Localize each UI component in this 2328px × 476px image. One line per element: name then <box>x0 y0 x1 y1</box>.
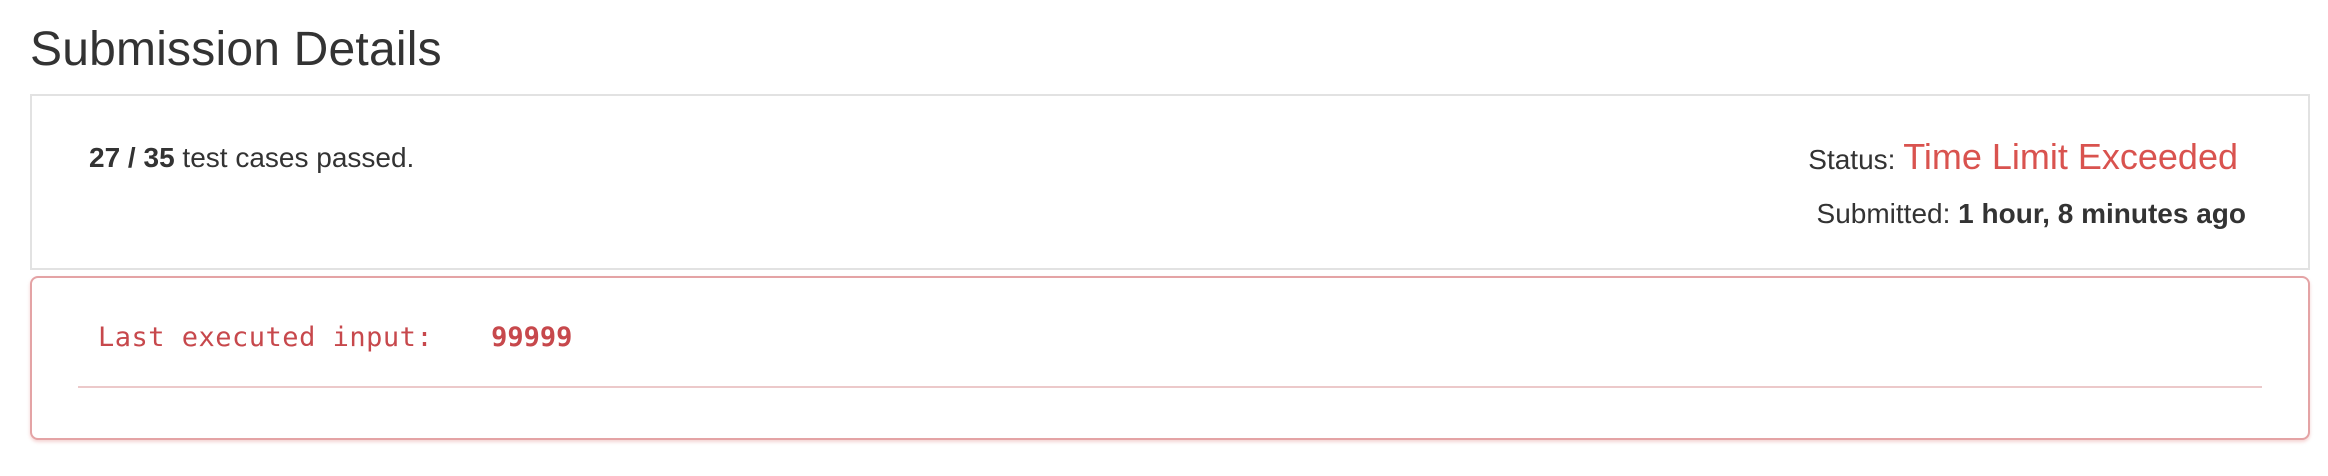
submission-details-page: Submission Details 27 / 35 test cases pa… <box>0 0 2328 476</box>
count-separator: / <box>120 142 144 173</box>
page-title: Submission Details <box>30 23 442 76</box>
status-line: Status: Time Limit Exceeded <box>1808 134 2238 183</box>
last-input-value: 99999 <box>491 322 573 353</box>
submission-summary-panel: 27 / 35 test cases passed. Status: Time … <box>30 94 2310 270</box>
last-input-label: Last executed input: <box>98 322 434 353</box>
passed-count: 27 <box>89 142 121 173</box>
passed-suffix: test cases passed. <box>174 142 415 173</box>
test-cases-passed: 27 / 35 test cases passed. <box>89 140 414 176</box>
submitted-time: 1 hour, 8 minutes ago <box>1958 198 2246 229</box>
submitted-label: Submitted: <box>1816 198 1959 229</box>
error-panel: Last executed input: 99999 <box>30 276 2310 440</box>
status-value[interactable]: Time Limit Exceeded <box>1903 136 2238 177</box>
last-executed-input: Last executed input: 99999 <box>98 320 572 356</box>
submitted-line: Submitted: 1 hour, 8 minutes ago <box>1817 196 2246 232</box>
status-label: Status: <box>1808 144 1904 175</box>
total-count: 35 <box>143 142 175 173</box>
error-divider <box>78 386 2262 388</box>
